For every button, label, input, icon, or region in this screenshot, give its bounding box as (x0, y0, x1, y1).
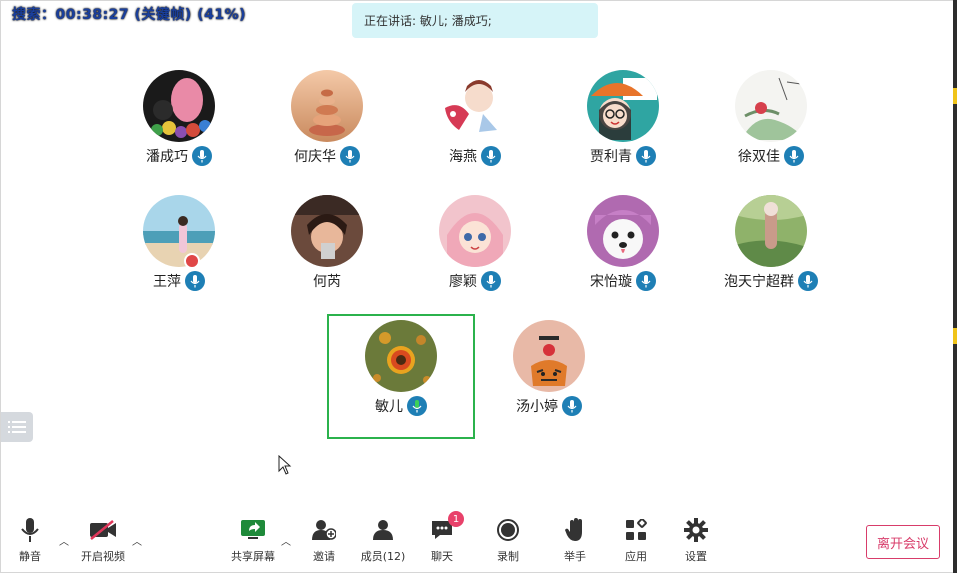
participant-name: 敏儿 (375, 399, 403, 415)
list-icon (8, 421, 26, 433)
share-options-chevron-icon[interactable]: ︿ (281, 533, 291, 548)
participant-tile[interactable]: 廖颖 (402, 191, 548, 315)
avatar (439, 70, 511, 142)
meeting-toolbar: 静音 ︿ 开启视频 ︿ 共享屏幕 ︿ 邀请 成员(12) 1 聊天 录制 举手 … (0, 511, 957, 573)
avatar (735, 70, 807, 142)
microphone-icon (340, 146, 360, 166)
microphone-icon (21, 518, 39, 542)
settings-button[interactable]: 设置 (668, 515, 724, 564)
mouse-cursor-icon (278, 454, 292, 479)
participant-name: 海燕 (449, 149, 477, 165)
raise-hand-icon (565, 518, 582, 541)
microphone-icon (784, 146, 804, 166)
members-icon (373, 520, 393, 540)
microphone-icon (798, 271, 818, 291)
invite-button[interactable]: 邀请 (296, 515, 352, 564)
participant-tile[interactable]: 何庆华 (254, 66, 400, 190)
leave-meeting-button[interactable]: 离开会议 (866, 525, 940, 559)
video-options-chevron-icon[interactable]: ︿ (132, 533, 142, 548)
avatar (587, 195, 659, 267)
share-screen-button[interactable]: 共享屏幕 (225, 515, 281, 564)
microphone-icon (636, 271, 656, 291)
members-button[interactable]: 成员(12) (355, 515, 411, 564)
avatar (513, 320, 585, 392)
microphone-icon (192, 146, 212, 166)
participant-name: 汤小婷 (516, 399, 558, 415)
start-video-button[interactable]: 开启视频 (75, 515, 131, 564)
share-screen-icon (241, 520, 265, 539)
mute-options-chevron-icon[interactable]: ︿ (59, 533, 69, 548)
host-badge-icon (184, 253, 200, 269)
participant-name: 廖颖 (449, 274, 477, 290)
microphone-icon (185, 271, 205, 291)
participant-tile[interactable]: 潘成巧 (106, 66, 252, 190)
participant-tile[interactable]: 泡天宁超群 (698, 191, 844, 315)
avatar (587, 70, 659, 142)
search-status-text: 搜索：00:38:27 (关键帧) (41%) (12, 7, 246, 23)
avatar (735, 195, 807, 267)
avatar (143, 195, 215, 267)
apps-icon (626, 519, 647, 540)
avatar (439, 195, 511, 267)
chat-unread-badge: 1 (448, 511, 464, 527)
participant-name: 潘成巧 (146, 149, 188, 165)
apps-button[interactable]: 应用 (608, 515, 664, 564)
record-icon (497, 519, 519, 541)
microphone-icon (481, 146, 501, 166)
video-off-icon (90, 520, 116, 540)
participant-name: 宋怡璇 (590, 274, 632, 290)
microphone-icon (562, 396, 582, 416)
participant-name: 泡天宁超群 (724, 274, 794, 290)
participant-tile[interactable]: 徐双佳 (698, 66, 844, 190)
mute-button[interactable]: 静音 (2, 515, 58, 564)
avatar (291, 195, 363, 267)
participant-name: 徐双佳 (738, 149, 780, 165)
participant-tile[interactable]: 何芮 (254, 191, 400, 315)
participant-tile[interactable]: 汤小婷 (476, 316, 622, 440)
avatar (291, 70, 363, 142)
participant-tile[interactable]: 宋怡璇 (550, 191, 696, 315)
avatar (365, 320, 437, 392)
participant-tile[interactable]: 王萍 (106, 191, 252, 315)
microphone-active-icon (407, 396, 427, 416)
participant-tile-active-speaker[interactable]: 敏儿 (327, 314, 475, 439)
record-button[interactable]: 录制 (480, 515, 536, 564)
participant-name: 贾利青 (590, 149, 632, 165)
chat-button[interactable]: 1 聊天 (414, 511, 470, 564)
raise-hand-button[interactable]: 举手 (547, 515, 603, 564)
speaking-banner: 正在讲话: 敏儿; 潘成巧; (352, 3, 598, 38)
right-edge-bar (953, 0, 957, 573)
participant-tile[interactable]: 贾利青 (550, 66, 696, 190)
microphone-icon (481, 271, 501, 291)
participant-list-toggle[interactable] (1, 412, 33, 442)
participant-name: 王萍 (153, 274, 181, 290)
avatar (143, 70, 215, 142)
add-user-icon (312, 520, 336, 540)
microphone-icon (636, 146, 656, 166)
gear-icon (684, 518, 708, 542)
participant-name: 何芮 (313, 274, 341, 290)
participant-tile[interactable]: 海燕 (402, 66, 548, 190)
participant-name: 何庆华 (294, 149, 336, 165)
